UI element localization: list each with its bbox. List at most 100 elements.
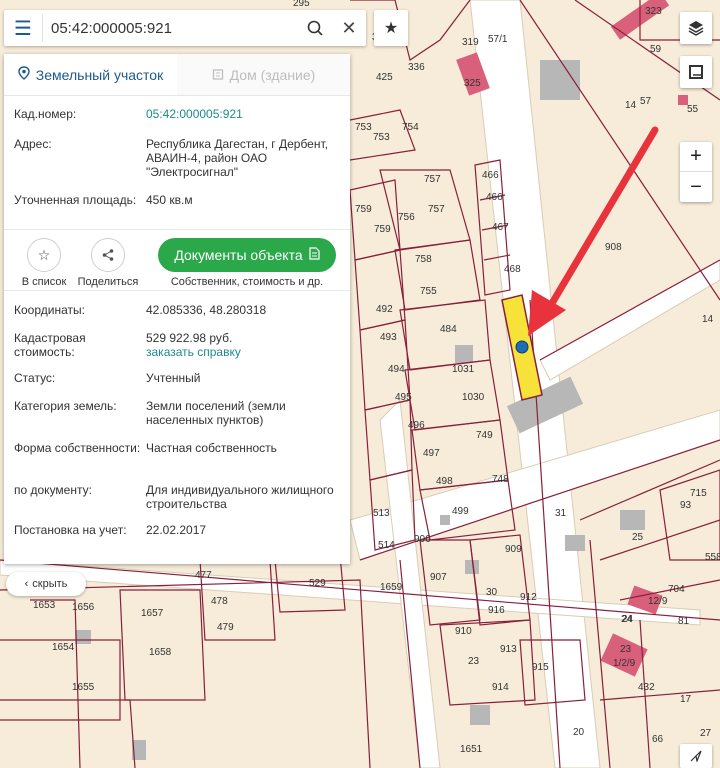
field-value[interactable]: 05:42:000005:921 bbox=[146, 107, 340, 137]
plot-number-label: 336 bbox=[408, 62, 425, 73]
plot-number-label: 25 bbox=[632, 532, 644, 543]
plot-number-label: 1/2/9 bbox=[613, 658, 636, 669]
plot-number-label: 1651 bbox=[460, 744, 483, 755]
star-icon[interactable]: ★ bbox=[374, 10, 408, 46]
field-value: 42.085336, 48.280318 bbox=[146, 303, 267, 317]
plot-number-label: 906 bbox=[414, 534, 431, 545]
plot-number-label: 916 bbox=[488, 605, 505, 616]
plot-number-label: 912 bbox=[520, 592, 537, 603]
plot-number-label: 1031 bbox=[452, 364, 475, 375]
order-certificate-link[interactable]: заказать справку bbox=[146, 345, 340, 359]
plot-number-label: 466 bbox=[482, 170, 499, 181]
plot-number-label: 910 bbox=[455, 626, 472, 637]
search-input[interactable] bbox=[42, 14, 298, 42]
field-value: Земли поселений (земли населенных пункто… bbox=[146, 399, 286, 427]
selected-parcel-marker[interactable] bbox=[515, 340, 529, 354]
search-icon[interactable] bbox=[298, 10, 332, 46]
plot-number-label: 907 bbox=[430, 572, 447, 583]
plot-number-label: 1657 bbox=[141, 608, 164, 619]
documents-label: Документы объекта bbox=[174, 247, 303, 263]
plot-number-label: 914 bbox=[492, 682, 509, 693]
field-cadastral-value: Кадастровая стоимость: 529 922.98 руб. з… bbox=[4, 331, 350, 371]
plot-number-label: 756 bbox=[398, 212, 415, 223]
field-label: Координаты: bbox=[14, 303, 85, 317]
frame-icon[interactable] bbox=[680, 56, 712, 88]
plot-number-label: 757 bbox=[424, 174, 441, 185]
plot-number-label: 748 bbox=[492, 474, 509, 485]
add-to-list-label: В список bbox=[21, 276, 67, 288]
plot-number-label: 704 bbox=[668, 584, 685, 595]
field-label: Статус: bbox=[14, 371, 56, 385]
tab-label: Дом (здание) bbox=[229, 66, 316, 83]
plot-number-label: 909 bbox=[505, 544, 522, 555]
plot-number-label: 24 bbox=[621, 614, 633, 625]
plot-number-label: 497 bbox=[423, 448, 440, 459]
field-cadastral-number: Кад.номер: 05:42:000005:921 bbox=[4, 107, 350, 137]
plot-number-label: 913 bbox=[500, 644, 517, 655]
close-icon[interactable]: ✕ bbox=[332, 10, 366, 46]
plot-number-label: 468 bbox=[504, 264, 521, 275]
tab-land-plot[interactable]: Земельный участок bbox=[4, 54, 177, 95]
plot-number-label: 1659 bbox=[380, 582, 403, 593]
field-value: Для индивидуального жилищного строительс… bbox=[146, 483, 334, 511]
plot-number-label: 755 bbox=[420, 286, 437, 297]
zoom-in-button[interactable]: + bbox=[680, 142, 712, 172]
plot-number-label: 915 bbox=[532, 662, 549, 673]
plot-number-label: 908 bbox=[605, 242, 622, 253]
plot-number-label: 495 bbox=[395, 392, 412, 403]
plot-number-label: 55 bbox=[687, 104, 699, 115]
navigation-icon[interactable] bbox=[680, 744, 712, 768]
zoom-out-button[interactable]: − bbox=[680, 172, 712, 202]
plot-number-label: 1658 bbox=[149, 647, 172, 658]
documents-button[interactable]: Документы объекта bbox=[158, 238, 336, 272]
field-coordinates: Координаты: 42.085336, 48.280318 bbox=[4, 303, 350, 331]
plot-number-label: 27 bbox=[700, 728, 712, 739]
star-outline-icon: ☆ bbox=[27, 238, 61, 272]
plot-number-label: 757 bbox=[428, 204, 445, 215]
share-button[interactable]: Поделиться bbox=[76, 238, 140, 288]
add-to-list-button[interactable]: ☆ В список bbox=[12, 238, 76, 288]
plot-number-label: 498 bbox=[436, 476, 453, 487]
field-label: Постановка на учет: bbox=[14, 523, 127, 537]
plot-number-label: 23 bbox=[468, 656, 480, 667]
plot-number-label: 753 bbox=[355, 122, 372, 133]
plot-number-label: 57 bbox=[640, 96, 652, 107]
field-ownership-form: Форма собственности: Частная собственнос… bbox=[4, 441, 350, 483]
layers-icon[interactable] bbox=[680, 12, 712, 44]
plot-number-label: 529 bbox=[309, 578, 326, 589]
plot-number-label: 493 bbox=[380, 332, 397, 343]
documents-subtitle: Собственник, стоимость и др. bbox=[170, 276, 324, 288]
action-bar: ☆ В список Поделиться Документы объекта … bbox=[4, 229, 350, 291]
zoom-controls: + − bbox=[680, 142, 712, 202]
hide-panel-button[interactable]: ‹ скрыть bbox=[6, 572, 86, 596]
plot-number-label: 1653 bbox=[33, 600, 56, 611]
field-label: Кадастровая стоимость: bbox=[14, 331, 86, 359]
plot-number-label: 319 bbox=[462, 37, 479, 48]
field-label: по документу: bbox=[14, 483, 92, 497]
building-icon bbox=[212, 67, 224, 83]
plot-number-label: 323 bbox=[645, 6, 662, 17]
location-pin-icon bbox=[18, 66, 30, 83]
info-panel: Земельный участок Дом (здание) Кад.номер… bbox=[4, 54, 350, 564]
plot-number-label: 759 bbox=[355, 204, 372, 215]
field-label: Форма собственности: bbox=[14, 441, 141, 455]
plot-number-label: 758 bbox=[415, 254, 432, 265]
plot-number-label: 479 bbox=[217, 622, 234, 633]
plot-number-label: 492 bbox=[376, 304, 393, 315]
tab-label: Земельный участок bbox=[35, 66, 164, 83]
menu-icon[interactable]: ☰ bbox=[4, 10, 42, 46]
plot-number-label: 759 bbox=[374, 224, 391, 235]
plot-number-label: 93 bbox=[680, 500, 692, 511]
plot-number-label: 325 bbox=[464, 78, 481, 89]
documents-block: Документы объекта Собственник, стоимость… bbox=[158, 238, 336, 288]
plot-number-label: 1030 bbox=[462, 392, 485, 403]
search-bar: ☰ ✕ bbox=[4, 10, 366, 46]
tab-building[interactable]: Дом (здание) bbox=[177, 54, 350, 95]
panel-tabs: Земельный участок Дом (здание) bbox=[4, 54, 350, 96]
plot-number-label: 715 bbox=[690, 488, 707, 499]
field-value: Частная собственность bbox=[146, 441, 277, 455]
plot-number-label: 467 bbox=[492, 222, 509, 233]
plot-number-label: 466 bbox=[486, 192, 503, 203]
plot-number-label: 59 bbox=[650, 44, 662, 55]
chevron-left-icon: ‹ bbox=[24, 578, 29, 590]
